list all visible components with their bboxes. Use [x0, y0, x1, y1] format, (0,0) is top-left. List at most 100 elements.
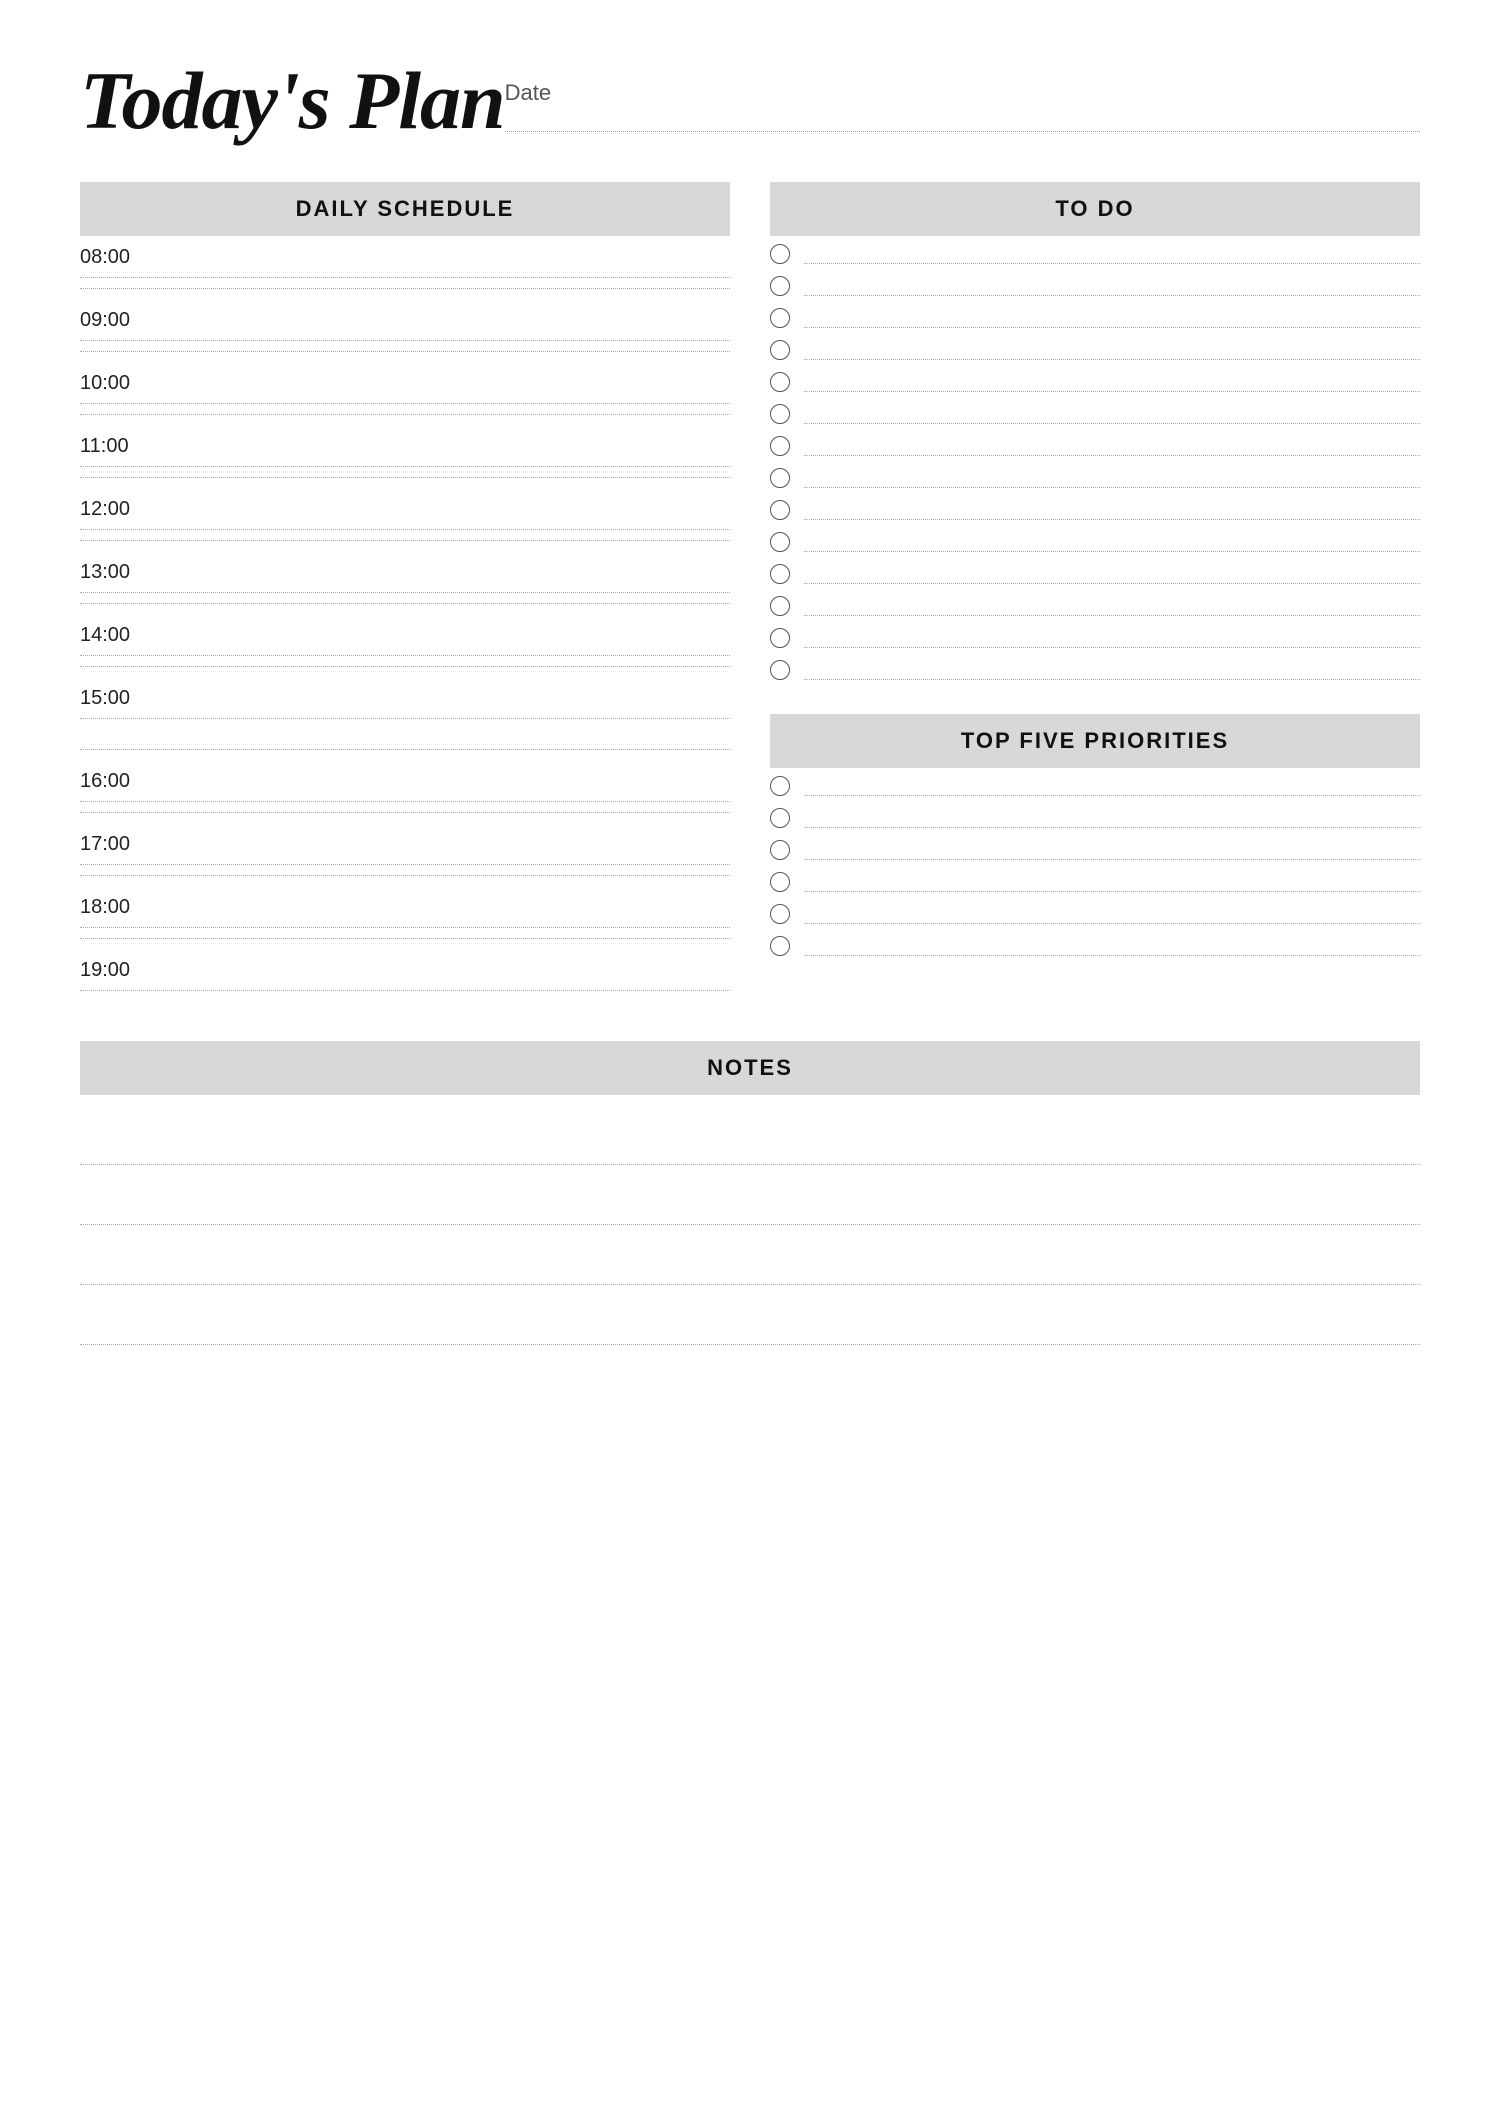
schedule-line-1200b[interactable] — [80, 540, 730, 541]
todo-circle-5[interactable] — [770, 372, 790, 392]
todo-item-8 — [770, 460, 1420, 492]
schedule-line-1800b[interactable] — [80, 938, 730, 939]
schedule-item-1000: 10:00 — [80, 362, 730, 415]
todo-item-13 — [770, 620, 1420, 652]
todo-line-3[interactable] — [804, 308, 1420, 328]
priority-line-5[interactable] — [804, 904, 1420, 924]
todo-line-2[interactable] — [804, 276, 1420, 296]
todo-line-9[interactable] — [804, 500, 1420, 520]
todo-circle-14[interactable] — [770, 660, 790, 680]
todo-circle-7[interactable] — [770, 436, 790, 456]
todo-line-10[interactable] — [804, 532, 1420, 552]
priority-item-5 — [770, 896, 1420, 928]
priority-line-3[interactable] — [804, 840, 1420, 860]
todo-line-4[interactable] — [804, 340, 1420, 360]
schedule-line-1200a[interactable] — [80, 529, 730, 530]
priority-line-1[interactable] — [804, 776, 1420, 796]
schedule-line-1900a[interactable] — [80, 990, 730, 991]
date-label: Date — [505, 80, 1420, 106]
schedule-line-1500a[interactable] — [80, 718, 730, 719]
todo-line-5[interactable] — [804, 372, 1420, 392]
note-line-4[interactable] — [80, 1295, 1420, 1345]
priority-line-4[interactable] — [804, 872, 1420, 892]
priority-line-6[interactable] — [804, 936, 1420, 956]
todo-item-6 — [770, 396, 1420, 428]
todo-item-7 — [770, 428, 1420, 460]
priorities-section: TOP FIVE PRIORITIES — [770, 714, 1420, 960]
priorities-header: TOP FIVE PRIORITIES — [770, 714, 1420, 768]
schedule-line-1700b[interactable] — [80, 875, 730, 876]
time-1100: 11:00 — [80, 435, 730, 458]
schedule-line-1300b[interactable] — [80, 603, 730, 604]
todo-circle-9[interactable] — [770, 500, 790, 520]
right-col: TO DO — [770, 182, 1420, 1001]
priority-circle-4[interactable] — [770, 872, 790, 892]
todo-item-11 — [770, 556, 1420, 588]
daily-schedule-header: DAILY SCHEDULE — [80, 182, 730, 236]
time-1700: 17:00 — [80, 833, 730, 856]
schedule-line-1600a[interactable] — [80, 801, 730, 802]
todo-line-1[interactable] — [804, 244, 1420, 264]
date-line-input[interactable] — [505, 112, 1420, 132]
priority-circle-2[interactable] — [770, 808, 790, 828]
schedule-line-0800b[interactable] — [80, 288, 730, 289]
note-line-3[interactable] — [80, 1235, 1420, 1285]
todo-circle-1[interactable] — [770, 244, 790, 264]
schedule-line-1400b[interactable] — [80, 666, 730, 667]
schedule-line-1800a[interactable] — [80, 927, 730, 928]
schedule-line-1000b[interactable] — [80, 414, 730, 415]
time-0900: 09:00 — [80, 309, 730, 332]
time-1600: 16:00 — [80, 770, 730, 793]
todo-line-8[interactable] — [804, 468, 1420, 488]
todo-item-10 — [770, 524, 1420, 556]
todo-line-6[interactable] — [804, 404, 1420, 424]
time-1900: 19:00 — [80, 959, 730, 982]
schedule-line-1100a[interactable] — [80, 466, 730, 467]
todo-section: TO DO — [770, 182, 1420, 684]
todo-line-11[interactable] — [804, 564, 1420, 584]
priority-circle-6[interactable] — [770, 936, 790, 956]
todo-circle-3[interactable] — [770, 308, 790, 328]
schedule-line-1000a[interactable] — [80, 403, 730, 404]
note-line-1[interactable] — [80, 1115, 1420, 1165]
schedule-line-1700a[interactable] — [80, 864, 730, 865]
notes-header: NOTES — [80, 1041, 1420, 1095]
todo-circle-13[interactable] — [770, 628, 790, 648]
schedule-line-1100b[interactable] — [80, 477, 730, 478]
time-1000: 10:00 — [80, 372, 730, 395]
todo-item-4 — [770, 332, 1420, 364]
schedule-line-1600b[interactable] — [80, 812, 730, 813]
todo-item-9 — [770, 492, 1420, 524]
todo-circle-2[interactable] — [770, 276, 790, 296]
note-line-2[interactable] — [80, 1175, 1420, 1225]
schedule-line-1400a[interactable] — [80, 655, 730, 656]
priority-circle-5[interactable] — [770, 904, 790, 924]
time-0800: 08:00 — [80, 246, 730, 269]
schedule-line-1300a[interactable] — [80, 592, 730, 593]
schedule-item-1400: 14:00 — [80, 614, 730, 667]
todo-circle-8[interactable] — [770, 468, 790, 488]
todo-line-14[interactable] — [804, 660, 1420, 680]
notes-section: NOTES — [80, 1041, 1420, 1375]
todo-circle-6[interactable] — [770, 404, 790, 424]
schedule-line-0800a[interactable] — [80, 277, 730, 278]
schedule-line-1500b[interactable] — [80, 749, 730, 750]
priority-item-4 — [770, 864, 1420, 896]
todo-line-12[interactable] — [804, 596, 1420, 616]
priority-line-2[interactable] — [804, 808, 1420, 828]
todo-line-7[interactable] — [804, 436, 1420, 456]
todo-circle-12[interactable] — [770, 596, 790, 616]
priority-circle-1[interactable] — [770, 776, 790, 796]
todo-circle-11[interactable] — [770, 564, 790, 584]
schedule-line-0900b[interactable] — [80, 351, 730, 352]
todo-circle-4[interactable] — [770, 340, 790, 360]
todo-line-13[interactable] — [804, 628, 1420, 648]
priority-circle-3[interactable] — [770, 840, 790, 860]
todo-item-3 — [770, 300, 1420, 332]
schedule-item-1700: 17:00 — [80, 823, 730, 876]
date-field: Date — [505, 60, 1420, 132]
schedule-item-1300: 13:00 — [80, 551, 730, 604]
schedule-line-0900a[interactable] — [80, 340, 730, 341]
todo-circle-10[interactable] — [770, 532, 790, 552]
time-1500: 15:00 — [80, 687, 730, 710]
